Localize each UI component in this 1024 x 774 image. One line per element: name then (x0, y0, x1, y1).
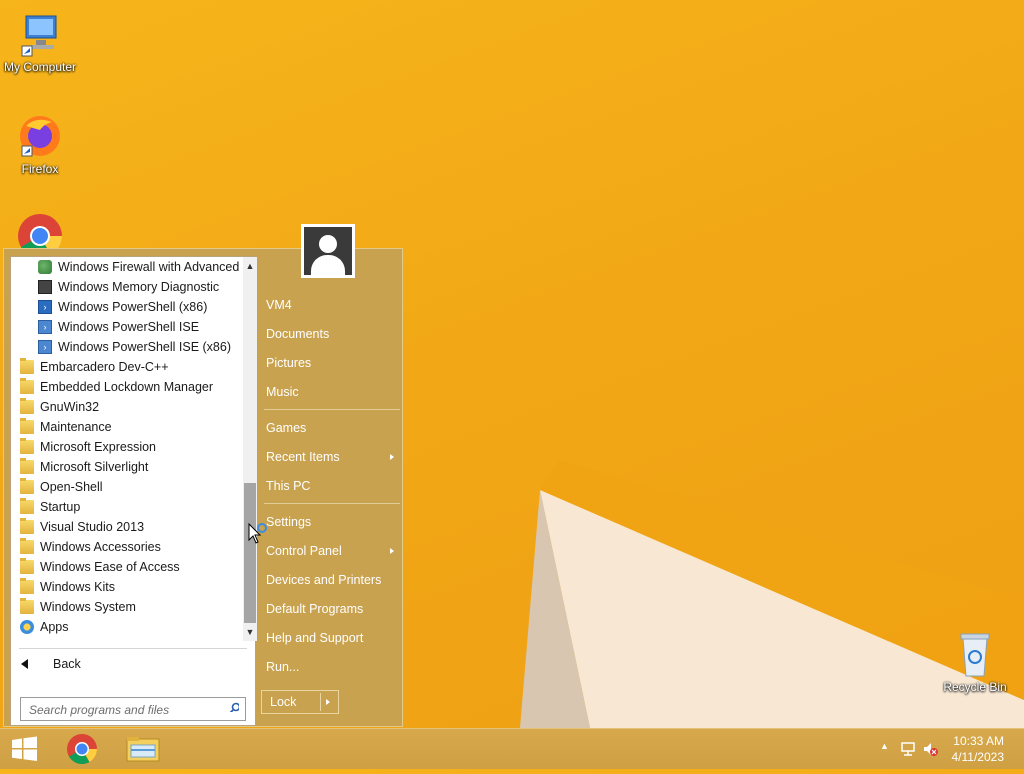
system-tray: ▲ 10:33 AM 4/11/2023 (864, 729, 1024, 769)
my-computer-shortcut[interactable]: My Computer (0, 10, 80, 74)
program-list: Windows Firewall with Advanced Windows M… (11, 257, 243, 641)
folder-icon (20, 598, 34, 614)
program-folder[interactable]: Startup (11, 497, 243, 517)
program-folder[interactable]: Windows Kits (11, 577, 243, 597)
program-item[interactable]: Windows Firewall with Advanced (11, 257, 243, 277)
program-folder[interactable]: Windows System (11, 597, 243, 617)
program-folder[interactable]: Embedded Lockdown Manager (11, 377, 243, 397)
folder-icon (20, 538, 34, 554)
start-button[interactable] (0, 729, 56, 769)
folder-icon (20, 558, 34, 574)
lock-options-arrow-icon[interactable] (326, 699, 330, 705)
divider (320, 693, 321, 711)
firewall-icon (38, 260, 52, 274)
divider (264, 503, 400, 504)
program-item[interactable]: Windows Memory Diagnostic (11, 277, 243, 297)
powershell-icon: › (38, 300, 52, 314)
folder-icon (20, 418, 34, 434)
recycle-bin-label: Recycle Bin (943, 680, 1007, 694)
my-computer-label: My Computer (3, 60, 77, 74)
program-folder[interactable]: Windows Ease of Access (11, 557, 243, 577)
menu-item-help-and-support[interactable]: Help and Support (266, 626, 402, 650)
places-pane: VM4 Documents Pictures Music Games Recen… (258, 224, 404, 728)
program-folder[interactable]: Open-Shell (11, 477, 243, 497)
lock-button[interactable]: Lock (261, 690, 339, 714)
menu-item-music[interactable]: Music (266, 380, 402, 404)
recycle-bin-icon (951, 630, 999, 678)
folder-icon (20, 358, 34, 374)
divider (264, 409, 400, 410)
taskbar-chrome[interactable] (54, 729, 110, 769)
search-icon[interactable] (229, 702, 239, 712)
program-item[interactable]: › Windows PowerShell (x86) (11, 297, 243, 317)
program-folder[interactable]: Visual Studio 2013 (11, 517, 243, 537)
scroll-down-arrow-icon[interactable]: ▼ (243, 625, 257, 639)
program-folder[interactable]: GnuWin32 (11, 397, 243, 417)
program-folder[interactable]: Windows Accessories (11, 537, 243, 557)
menu-item-run[interactable]: Run... (266, 655, 402, 679)
menu-item-control-panel[interactable]: Control Panel (266, 539, 402, 563)
folder-icon (20, 398, 34, 414)
program-item[interactable]: › Windows PowerShell ISE (x86) (11, 337, 243, 357)
powershell-ise-icon: › (38, 320, 52, 334)
menu-item-games[interactable]: Games (266, 416, 402, 440)
menu-item-devices-and-printers[interactable]: Devices and Printers (266, 568, 402, 592)
speaker-muted-icon[interactable] (922, 741, 938, 757)
program-folder[interactable]: Microsoft Silverlight (11, 457, 243, 477)
menu-item-pictures[interactable]: Pictures (266, 351, 402, 375)
back-arrow-icon (21, 659, 28, 669)
search-input[interactable] (27, 699, 221, 721)
network-icon[interactable] (900, 741, 916, 757)
folder-icon (20, 458, 34, 474)
folder-icon (20, 478, 34, 494)
recycle-bin-shortcut[interactable]: Recycle Bin (935, 630, 1015, 694)
search-box[interactable] (20, 697, 246, 721)
start-menu: Windows Firewall with Advanced Windows M… (3, 224, 404, 728)
taskbar: ▲ 10:33 AM 4/11/2023 (0, 728, 1024, 769)
file-explorer-icon (126, 737, 160, 762)
mouse-cursor-icon (248, 523, 267, 544)
folder-icon (20, 578, 34, 594)
menu-item-vm4[interactable]: VM4 (266, 293, 402, 317)
memory-diagnostic-icon (38, 280, 52, 294)
divider (19, 648, 247, 649)
submenu-arrow-icon (390, 454, 394, 460)
start-icon (12, 736, 37, 761)
apps-icon (20, 620, 34, 634)
clock-date: 4/11/2023 (951, 750, 1005, 764)
program-folder[interactable]: Embarcadero Dev-C++ (11, 357, 243, 377)
menu-item-settings[interactable]: Settings (266, 510, 402, 534)
firefox-shortcut[interactable]: Firefox (0, 112, 80, 176)
scroll-up-arrow-icon[interactable]: ▲ (243, 259, 257, 273)
submenu-arrow-icon (390, 548, 394, 554)
user-avatar[interactable] (301, 224, 355, 278)
back-button[interactable]: Back (11, 653, 251, 675)
folder-icon (20, 518, 34, 534)
programs-pane: Windows Firewall with Advanced Windows M… (10, 256, 257, 726)
scroll-thumb[interactable] (244, 483, 256, 623)
user-icon (304, 227, 352, 275)
program-folder[interactable]: Microsoft Expression (11, 437, 243, 457)
menu-item-recent-items[interactable]: Recent Items (266, 445, 402, 469)
program-item[interactable]: › Windows PowerShell ISE (11, 317, 243, 337)
show-hidden-icons-icon[interactable]: ▲ (880, 741, 889, 751)
program-folder[interactable]: Maintenance (11, 417, 243, 437)
menu-item-documents[interactable]: Documents (266, 322, 402, 346)
folder-icon (20, 378, 34, 394)
chrome-icon (67, 734, 97, 765)
folder-icon (20, 498, 34, 514)
computer-icon (16, 10, 64, 58)
menu-item-this-pc[interactable]: This PC (266, 474, 402, 498)
clock-time: 10:33 AM (953, 734, 1004, 748)
taskbar-file-explorer[interactable] (115, 729, 171, 769)
menu-item-default-programs[interactable]: Default Programs (266, 597, 402, 621)
firefox-label: Firefox (21, 162, 59, 176)
program-folder[interactable]: Apps (11, 617, 243, 637)
firefox-icon (16, 112, 64, 160)
folder-icon (20, 438, 34, 454)
powershell-ise-icon: › (38, 340, 52, 354)
program-list-scrollbar[interactable]: ▲ ▼ (243, 257, 257, 641)
clock[interactable]: 10:33 AM 4/11/2023 (952, 733, 1005, 765)
